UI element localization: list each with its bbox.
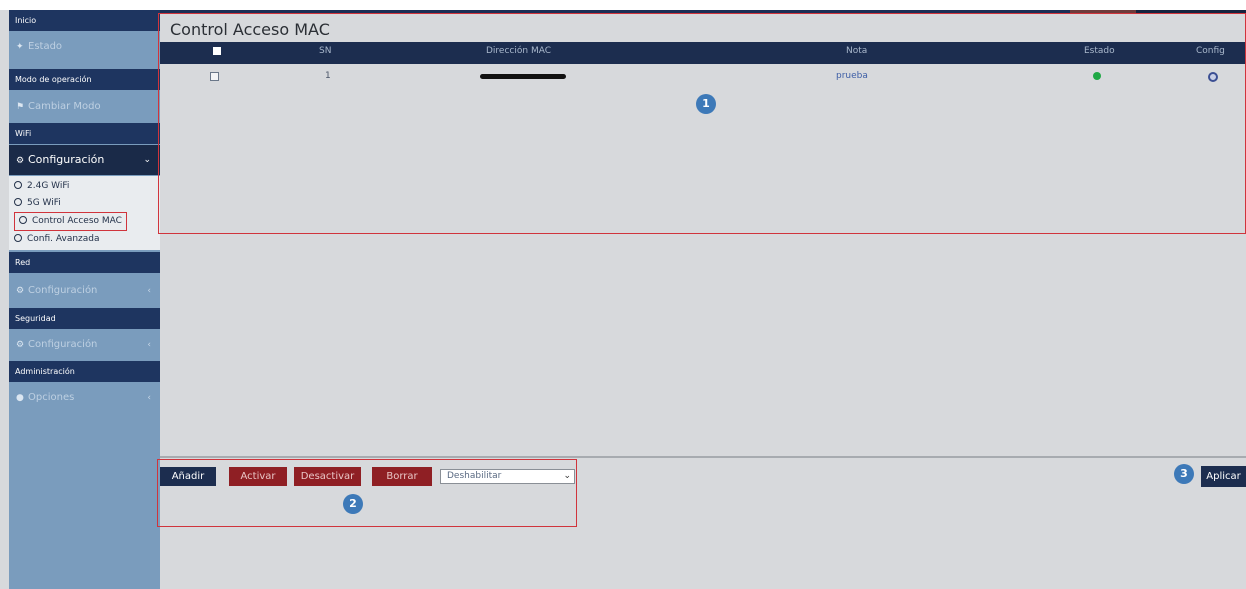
chevron-left-icon: ‹ [147, 340, 151, 350]
callout-frame-toolbar [157, 459, 577, 527]
sidebar: Inicio ✦ Estado Modo de operación ⚑ Cambia… [9, 10, 160, 589]
section-modo-operacion: Modo de operación [9, 69, 160, 90]
settings-dot-icon: ● [16, 393, 24, 403]
chevron-left-icon: ‹ [147, 286, 151, 296]
submenu-control-acceso-mac[interactable]: Control Acceso MAC [14, 212, 127, 231]
divider [160, 456, 1246, 458]
network-gear-icon: ⚙ [16, 286, 25, 296]
chevron-down-icon: ⌄ [143, 155, 151, 165]
apply-button[interactable]: Aplicar [1201, 466, 1246, 487]
callout-badge-3: 3 [1174, 464, 1194, 484]
submenu-24g-wifi[interactable]: 2.4G WiFi [14, 179, 69, 194]
section-red: Red [9, 252, 160, 273]
sidebar-item-red-configuracion[interactable]: ⚙ Configuración ‹ [9, 276, 160, 306]
wifi-submenu: 2.4G WiFi 5G WiFi Control Acceso MAC Con… [9, 176, 160, 250]
chevron-left-icon: ‹ [147, 393, 151, 403]
section-seguridad: Seguridad [9, 308, 160, 329]
submenu-5g-wifi[interactable]: 5G WiFi [14, 196, 61, 211]
gear-icon: ⚙ [16, 340, 25, 350]
sidebar-item-wifi-configuracion[interactable]: ⚙ Configuración ⌄ [9, 145, 160, 175]
flag-icon: ⚑ [16, 102, 25, 112]
home-icon: ✦ [16, 42, 24, 52]
circle-icon [14, 198, 22, 206]
section-wifi: WiFi [9, 123, 160, 144]
callout-frame-table [158, 13, 1246, 234]
top-bar [0, 0, 1246, 10]
circle-icon [19, 216, 27, 224]
sidebar-item-cambiar-modo[interactable]: ⚑ Cambiar Modo [9, 92, 160, 122]
sidebar-item-opciones[interactable]: ● Opciones ‹ [9, 383, 160, 413]
wifi-gear-icon: ⚙ [16, 156, 25, 166]
circle-icon [14, 234, 22, 242]
section-administracion: Administración [9, 361, 160, 382]
sidebar-item-seguridad-configuracion[interactable]: ⚙ Configuración ‹ [9, 330, 160, 360]
section-inicio: Inicio [9, 10, 160, 31]
circle-icon [14, 181, 22, 189]
sidebar-item-estado[interactable]: ✦ Estado [9, 32, 160, 62]
submenu-confi-avanzada[interactable]: Confi. Avanzada [14, 232, 100, 247]
